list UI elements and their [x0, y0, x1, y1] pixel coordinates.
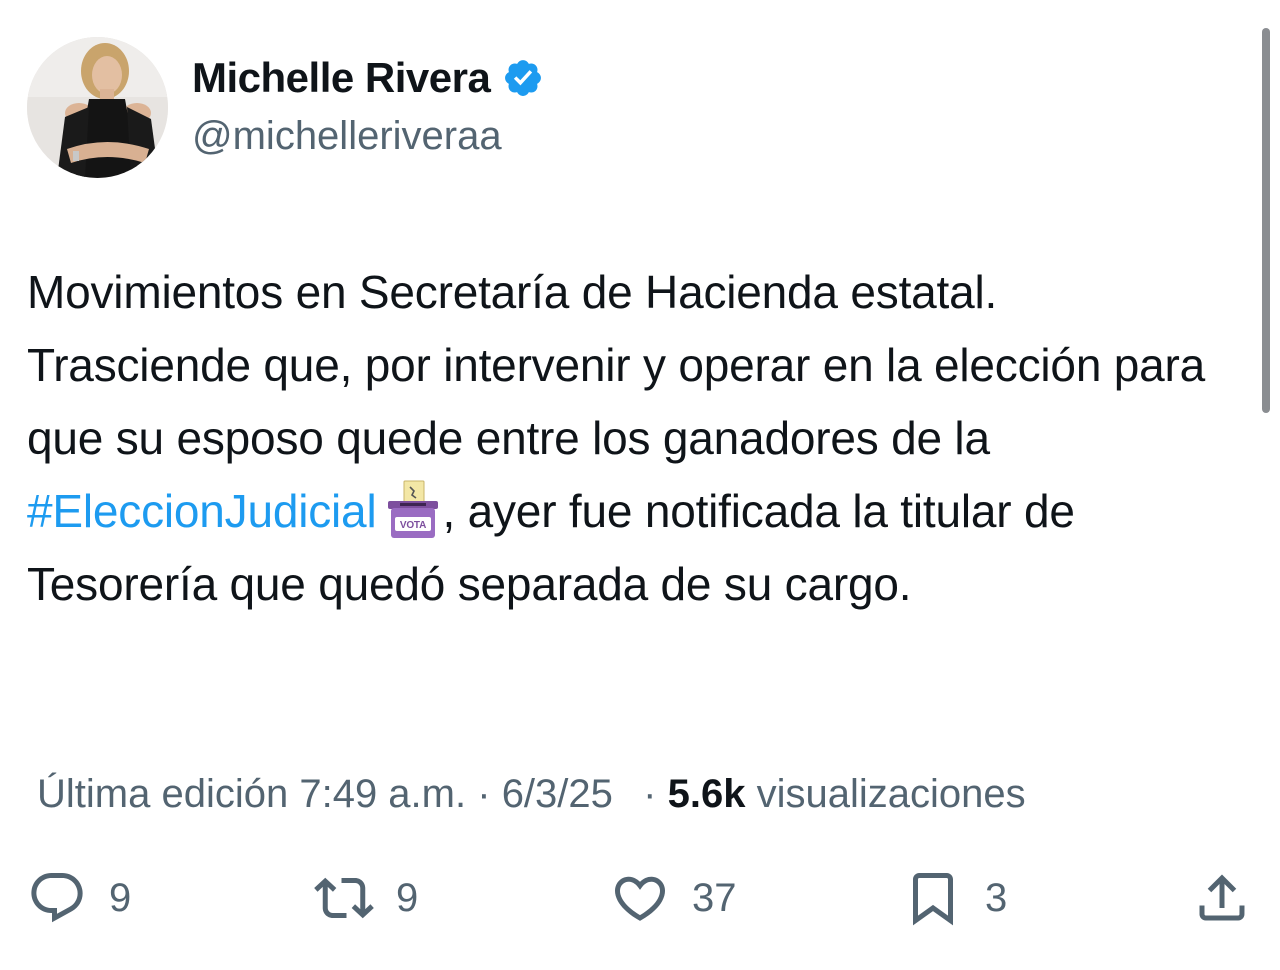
tweet-date[interactable]: 6/3/25: [502, 772, 613, 816]
tweet-detail: Michelle Rivera @michelleriveraa Movimie…: [0, 0, 1280, 970]
views-count: 5.6k: [667, 772, 746, 816]
avatar[interactable]: [27, 37, 168, 178]
tweet-time[interactable]: 7:49 a.m.: [299, 772, 466, 816]
share-icon: [1199, 874, 1245, 921]
reply-button[interactable]: 9: [27, 862, 131, 934]
like-button[interactable]: 37: [610, 862, 737, 934]
repost-icon: [314, 877, 374, 919]
verified-badge-icon[interactable]: [502, 57, 544, 99]
meta-separator: ·: [477, 772, 491, 816]
author-handle[interactable]: @michelleriveraa: [192, 114, 502, 159]
ballot-box-emoji-icon: VOTA: [388, 480, 439, 538]
views-label: visualizaciones: [756, 772, 1026, 816]
hashtag-link[interactable]: #EleccionJudicial: [27, 485, 377, 537]
meta-separator: ·: [643, 772, 657, 816]
tweet-actions: 9 9 37 3: [0, 862, 1280, 934]
repost-button[interactable]: 9: [314, 862, 418, 934]
ballot-label: VOTA: [400, 520, 426, 531]
heart-icon: [614, 876, 666, 921]
display-name[interactable]: Michelle Rivera: [192, 54, 491, 102]
tweet-meta: Última edición 7:49 a.m. · 6/3/25 · 5.6k…: [37, 772, 1026, 817]
scrollbar[interactable]: [1262, 28, 1270, 413]
share-button[interactable]: [1192, 862, 1252, 934]
tweet-text: Movimientos en Secretaría de Hacienda es…: [27, 256, 1227, 621]
tweet-text-before: Movimientos en Secretaría de Hacienda es…: [27, 266, 1206, 464]
profile-photo: [27, 37, 168, 178]
bookmark-count: 3: [985, 875, 1008, 920]
author-name-row: Michelle Rivera: [192, 54, 544, 102]
bookmark-button[interactable]: 3: [903, 862, 1007, 934]
reply-icon: [31, 873, 83, 923]
like-count: 37: [692, 875, 737, 920]
bookmark-icon: [913, 873, 953, 926]
edited-label[interactable]: Última edición: [37, 772, 288, 816]
repost-count: 9: [396, 875, 419, 920]
reply-count: 9: [109, 875, 132, 920]
